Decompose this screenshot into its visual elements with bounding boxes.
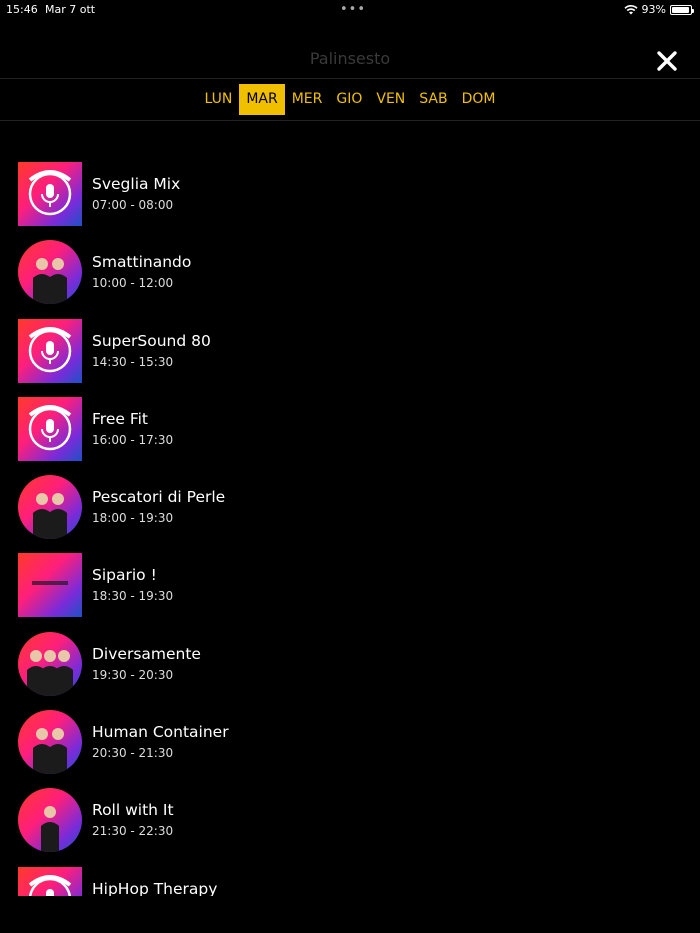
status-right: 93%: [623, 3, 694, 16]
show-time: 21:30 - 22:30: [92, 824, 174, 839]
show-time: 18:00 - 19:30: [92, 511, 174, 526]
show-name: Smattinando: [92, 253, 192, 272]
tab-mar[interactable]: MAR: [239, 83, 285, 115]
show-name: Sveglia Mix: [92, 175, 181, 193]
list-item[interactable]: HipHop Therapy: [0, 857, 700, 896]
list-item[interactable]: Human Container 20:30 - 21:30: [0, 700, 700, 778]
list-item[interactable]: Pescatori di Perle 18:00 - 19:30: [0, 465, 700, 543]
show-thumbnail: [18, 475, 82, 540]
show-logo: [18, 162, 82, 226]
show-name: HipHop Therapy: [92, 879, 218, 896]
status-bar: 15:46 Mar 7 ott ••• 93%: [0, 0, 700, 20]
list-item[interactable]: Sipario ! 18:30 - 19:30: [0, 543, 700, 621]
header: Palinsesto: [0, 40, 700, 79]
status-time: 15:46: [6, 3, 38, 16]
show-thumbnail: [18, 788, 82, 853]
show-name: Diversamente: [92, 644, 201, 663]
list-item[interactable]: Roll with It 21:30 - 22:30: [0, 778, 700, 856]
show-time: 10:00 - 12:00: [92, 276, 174, 291]
show-time: 19:30 - 20:30: [92, 667, 174, 682]
show-time: 18:30 - 19:30: [92, 589, 174, 604]
show-time: 20:30 - 21:30: [92, 746, 174, 761]
show-name: Sipario !: [92, 566, 157, 585]
show-thumbnail: [18, 240, 82, 305]
list-item[interactable]: Sveglia Mix 07:00 - 08:00: [0, 152, 700, 230]
list-item[interactable]: Smattinando 10:00 - 12:00: [0, 230, 700, 308]
day-tabs: LUN MAR MER GIO VEN SAB DOM: [0, 78, 700, 121]
multitasking-dots-icon[interactable]: •••: [340, 3, 366, 16]
battery-icon: [670, 4, 694, 15]
show-time: 07:00 - 08:00: [92, 198, 174, 212]
show-name: Free Fit: [92, 409, 148, 428]
show-logo: [18, 866, 82, 896]
list-item[interactable]: Free Fit 16:00 - 17:30: [0, 387, 700, 465]
show-name: Human Container: [92, 723, 229, 742]
show-logo: [18, 396, 82, 461]
tab-dom[interactable]: DOM: [455, 84, 503, 115]
close-icon[interactable]: [656, 50, 678, 72]
battery-percent: 93%: [641, 3, 666, 16]
show-thumbnail: [18, 553, 82, 618]
show-logo: [18, 318, 82, 383]
schedule-list: Sveglia Mix 07:00 - 08:00 Smattinando 10:00…: [0, 152, 700, 896]
wifi-icon: [623, 5, 638, 15]
show-time: 14:30 - 15:30: [92, 354, 174, 369]
show-name: SuperSound 80: [92, 331, 211, 350]
tab-lun[interactable]: LUN: [198, 84, 240, 115]
show-thumbnail: [18, 631, 82, 696]
show-thumbnail: [18, 710, 82, 775]
list-item[interactable]: Diversamente 19:30 - 20:30: [0, 622, 700, 700]
list-item[interactable]: SuperSound 80 14:30 - 15:30: [0, 309, 700, 387]
tab-ven[interactable]: VEN: [369, 84, 412, 115]
page-title: Palinsesto: [309, 49, 391, 68]
tab-gio[interactable]: GIO: [329, 84, 369, 115]
show-name: Roll with It: [92, 801, 174, 820]
tab-sab[interactable]: SAB: [412, 84, 454, 115]
show-name: Pescatori di Perle: [92, 488, 226, 507]
battery-fill: [672, 6, 689, 13]
status-date: Mar 7 ott: [45, 3, 96, 16]
tab-mer[interactable]: MER: [285, 84, 330, 115]
show-time: 16:00 - 17:30: [92, 432, 174, 447]
